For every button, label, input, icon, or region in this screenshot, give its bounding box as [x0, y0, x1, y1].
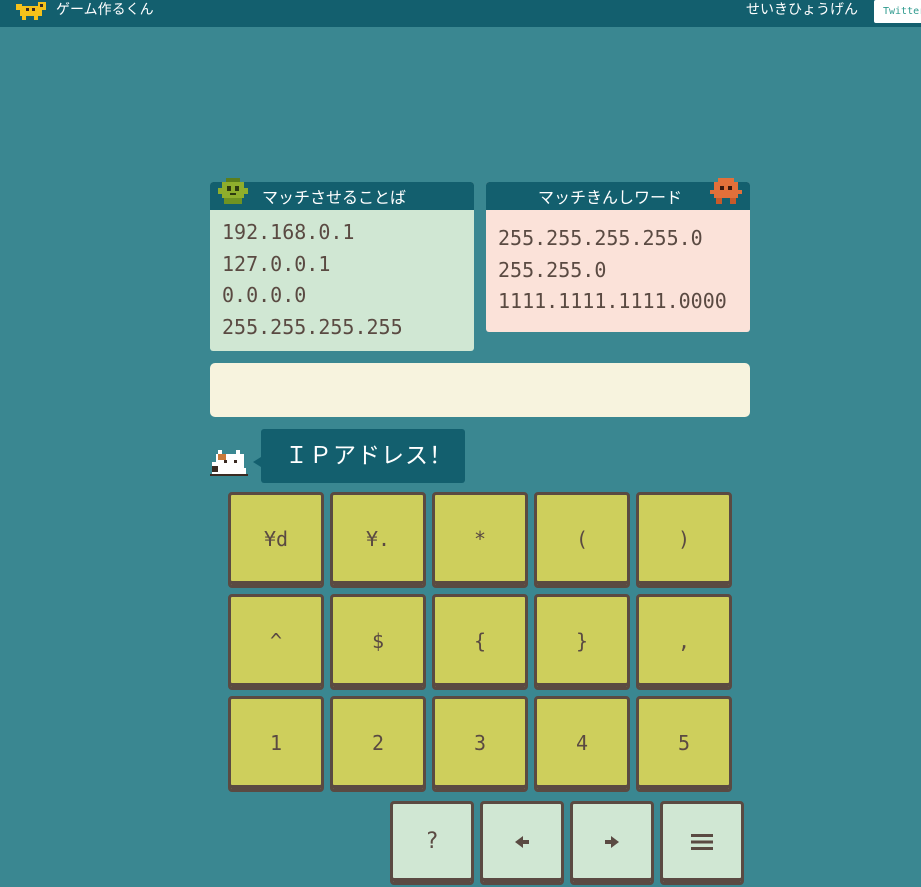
match-item: 127.0.0.1	[222, 251, 331, 276]
help-button[interactable]: ?	[390, 801, 474, 885]
arrow-right-icon	[605, 836, 619, 848]
nomatch-item: 255.255.255.255.0	[498, 226, 703, 250]
key-close-brace[interactable]: }	[534, 594, 630, 690]
twitter-button[interactable]: Twitter	[874, 0, 921, 23]
nomatch-list: 255.255.255.255.0 255.255.0 1111.1111.11…	[486, 210, 750, 321]
key-close-paren[interactable]: )	[636, 492, 732, 588]
menu-icon	[691, 834, 713, 850]
green-creature-icon	[218, 178, 248, 204]
match-panel-title: マッチさせることば	[210, 182, 474, 210]
key-3[interactable]: 3	[432, 696, 528, 792]
hint-speech-bubble: ＩＰアドレス！	[253, 429, 465, 483]
key-open-brace[interactable]: {	[432, 594, 528, 690]
key-dollar[interactable]: $	[330, 594, 426, 690]
cat-icon	[210, 450, 248, 476]
regex-link[interactable]: せいきひょうげん	[746, 1, 858, 19]
key-1[interactable]: 1	[228, 696, 324, 792]
match-list: 192.168.0.1 127.0.0.1 0.0.0.0 255.255.25…	[210, 210, 474, 346]
app-title[interactable]: ゲーム作るくん	[56, 1, 154, 19]
key-caret[interactable]: ^	[228, 594, 324, 690]
key-open-paren[interactable]: (	[534, 492, 630, 588]
match-item: 192.168.0.1	[222, 220, 355, 244]
match-words-panel: マッチさせることば 192.168.0.1 127.0.0.1 0.0.0.0 …	[210, 182, 474, 351]
cursor-right-button[interactable]	[570, 801, 654, 885]
arrow-left-icon	[515, 836, 529, 848]
regex-answer-input[interactable]	[210, 363, 750, 417]
menu-button[interactable]	[660, 801, 744, 885]
key-2[interactable]: 2	[330, 696, 426, 792]
key-4[interactable]: 4	[534, 696, 630, 792]
key-digit-class[interactable]: ¥d	[228, 492, 324, 588]
key-asterisk[interactable]: *	[432, 492, 528, 588]
key-5[interactable]: 5	[636, 696, 732, 792]
match-item: 255.255.255.255	[222, 314, 403, 339]
key-comma[interactable]: ,	[636, 594, 732, 690]
cursor-left-button[interactable]	[480, 801, 564, 885]
key-escaped-dot[interactable]: ¥.	[330, 492, 426, 588]
orange-creature-icon	[710, 178, 742, 204]
dog-logo-icon[interactable]	[16, 2, 46, 20]
nomatch-item: 255.255.0	[498, 257, 607, 282]
match-item: 0.0.0.0	[222, 283, 307, 307]
nomatch-item: 1111.1111.1111.0000	[498, 289, 727, 313]
top-bar: ゲーム作るくん せいきひょうげん Twitter	[0, 0, 921, 27]
